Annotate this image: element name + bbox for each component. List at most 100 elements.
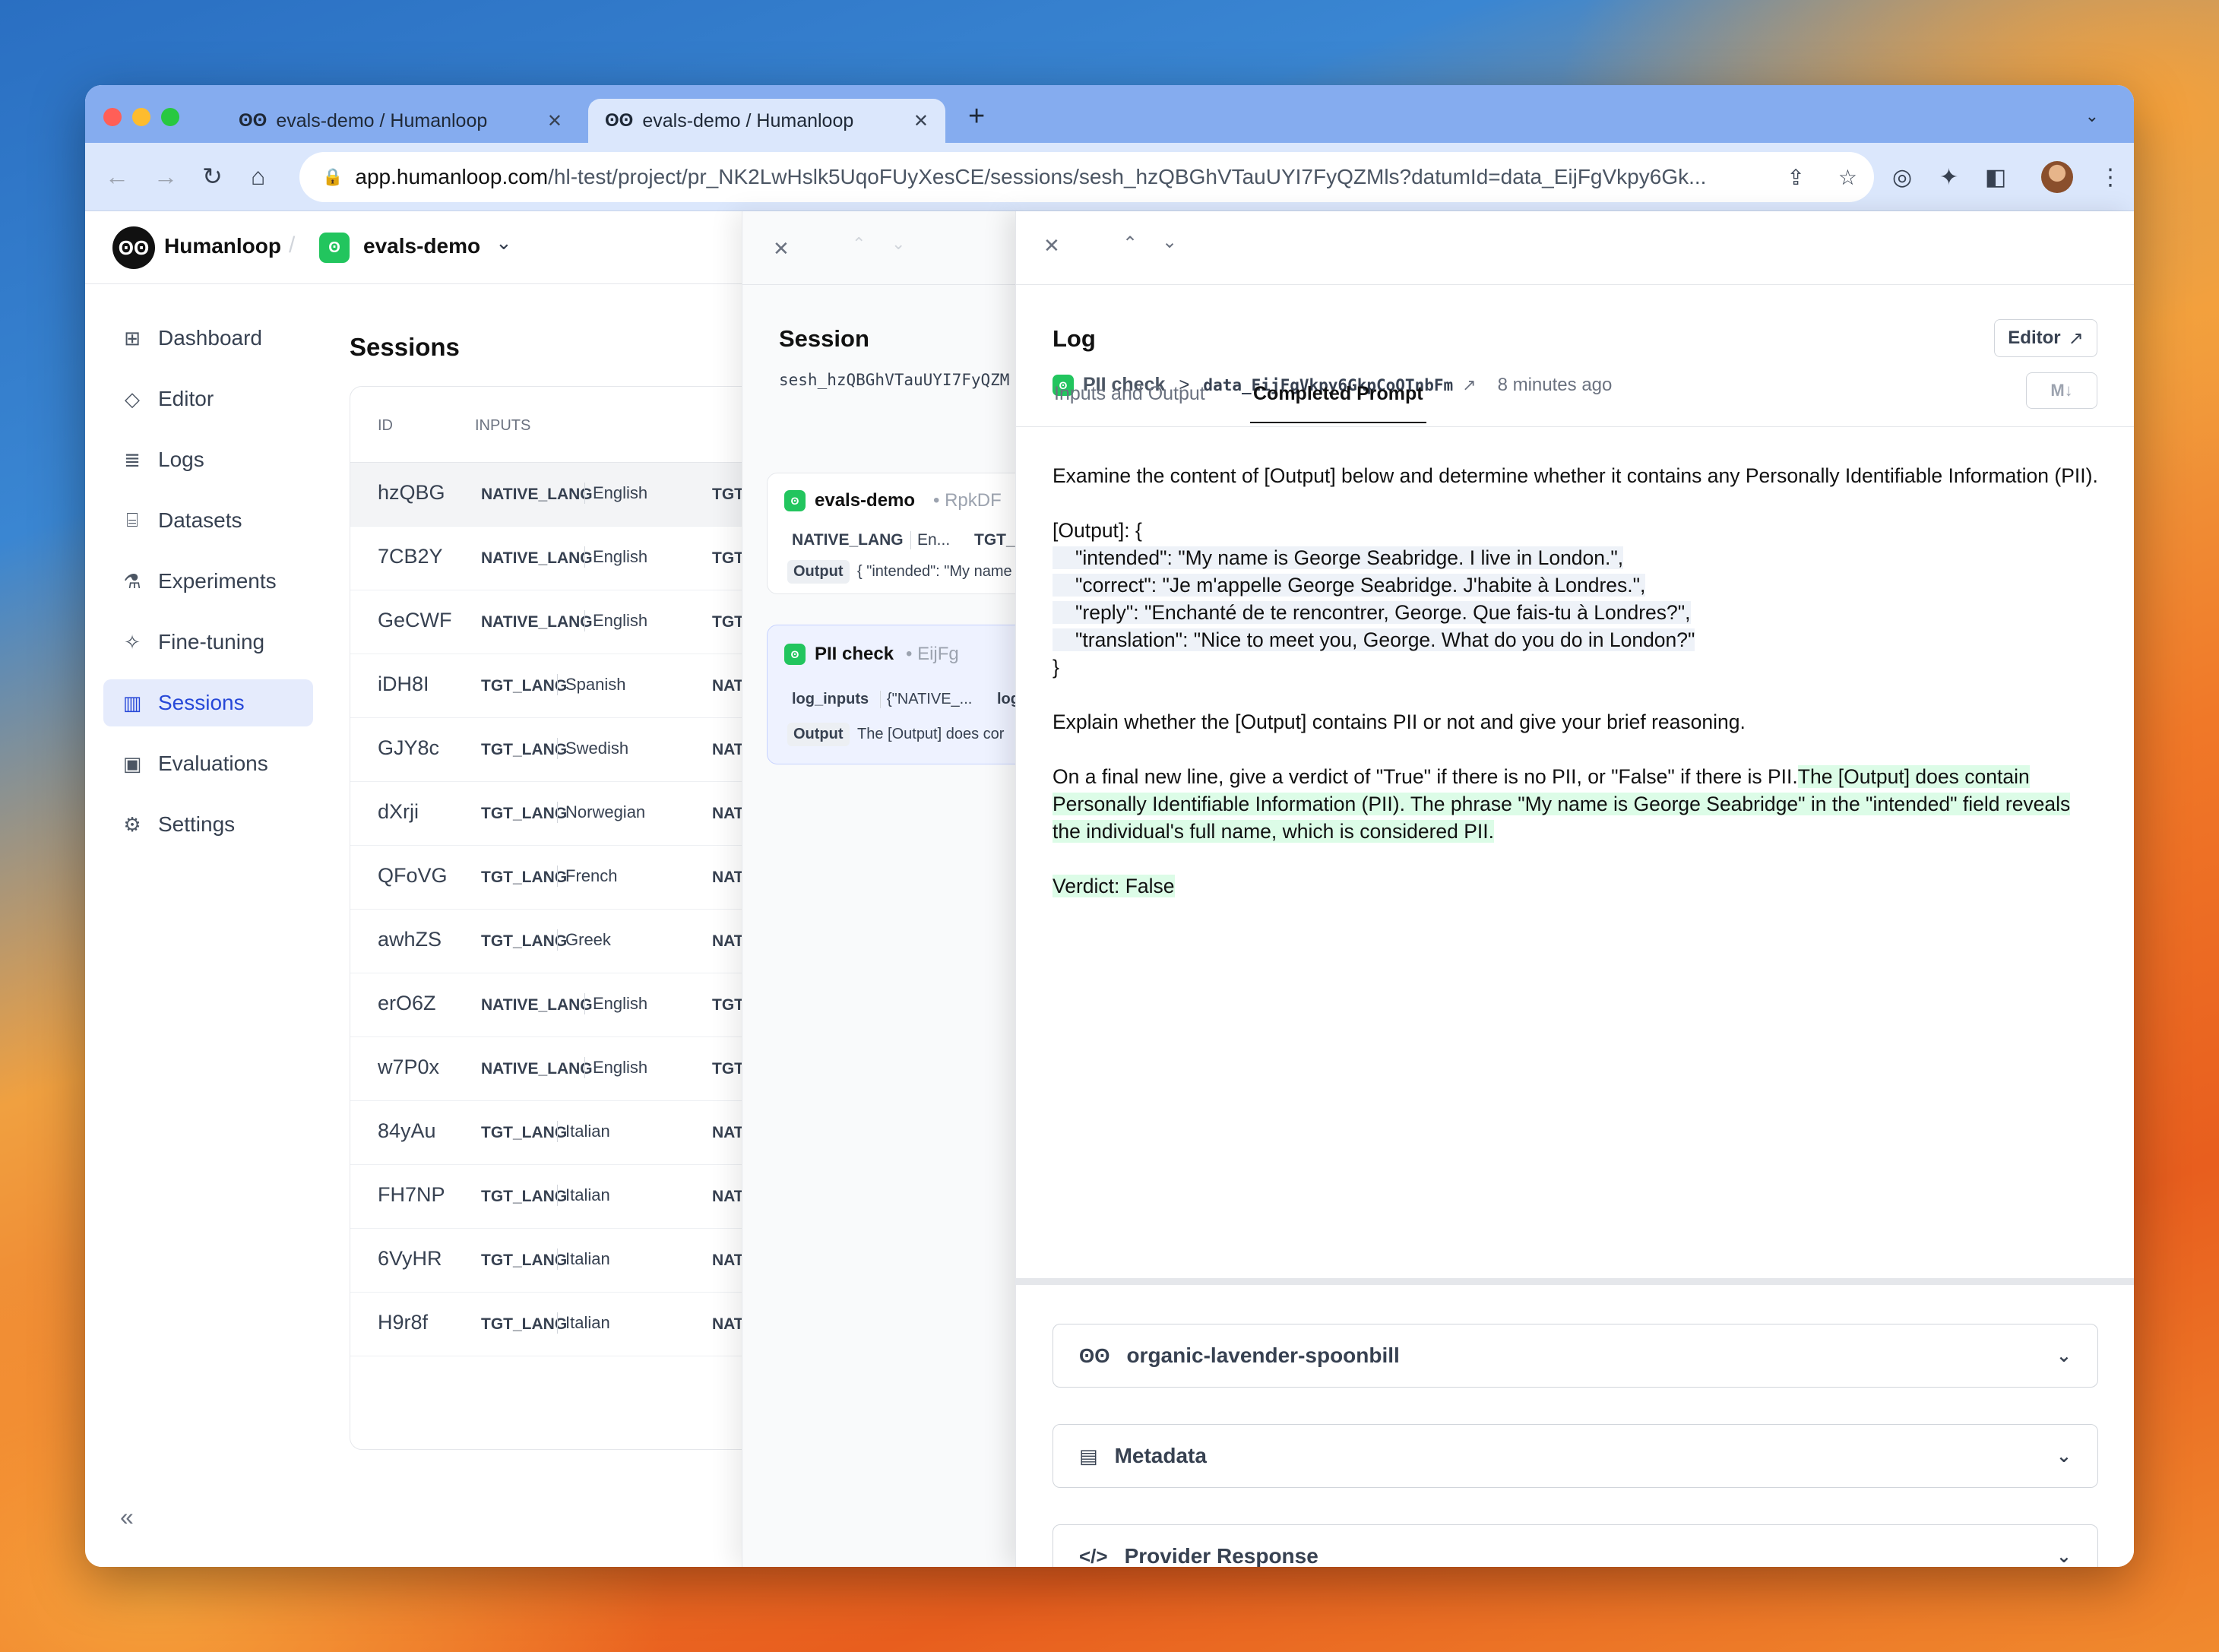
extension-icon[interactable]: ◎ xyxy=(1892,164,1912,191)
page-title: Sessions xyxy=(350,333,460,361)
chevron-up-icon[interactable]: ⌃ xyxy=(852,234,866,254)
metadata-accordion[interactable]: ▤ Metadata ⌄ xyxy=(1053,1424,2098,1488)
input-key-cell-2: NAT xyxy=(712,869,744,886)
input-value-cell: Norwegian xyxy=(557,802,645,823)
reload-icon[interactable]: ↻ xyxy=(202,163,223,190)
close-icon[interactable]: ✕ xyxy=(773,237,790,261)
table-row[interactable]: awhZS TGT_LANG Greek NAT xyxy=(350,910,805,973)
table-row[interactable]: 84yAu TGT_LANG Italian NAT xyxy=(350,1101,805,1165)
sidebar-item-evaluations[interactable]: ▣ Evaluations xyxy=(103,740,313,787)
input-key-cell-2: NAT xyxy=(712,932,744,950)
puzzle-icon[interactable]: ✦ xyxy=(1939,164,1958,191)
menu-icon[interactable]: ⋮ xyxy=(2099,164,2122,191)
star-icon[interactable]: ☆ xyxy=(1838,165,1857,190)
breadcrumb-separator: / xyxy=(289,233,296,258)
humanloop-logo[interactable]: ʘʘ xyxy=(112,226,155,269)
tab-inputs-and-output[interactable]: Inputs and Output xyxy=(1054,383,1205,422)
browser-tab-1[interactable]: ʘʘ evals-demo / Humanloop ✕ xyxy=(222,99,579,143)
project-icon: ʘ xyxy=(319,233,350,263)
sessions-table: ID INPUTS hzQBG NATIVE_LANG English TGT 7CB2… xyxy=(350,386,806,1450)
table-row[interactable]: GJY8c TGT_LANG Swedish NAT xyxy=(350,718,805,782)
tab-completed-prompt[interactable]: Completed Prompt xyxy=(1250,383,1426,423)
tab-bar: ʘʘ evals-demo / Humanloop ✕ ʘʘ evals-dem… xyxy=(85,85,2134,143)
new-tab-icon[interactable]: + xyxy=(968,100,985,133)
back-icon[interactable]: ← xyxy=(105,163,129,190)
close-window-button[interactable] xyxy=(103,108,122,126)
input-key-cell-2: NAT xyxy=(712,1315,744,1333)
card-id: • EijFg xyxy=(906,644,959,664)
input-key-cell-2: TGT xyxy=(712,613,744,631)
session-id-cell: w7P0x xyxy=(378,1055,440,1078)
session-id-cell: QFoVG xyxy=(378,864,448,887)
beaker-icon: ⚗ xyxy=(123,569,141,593)
avatar[interactable] xyxy=(2041,161,2073,193)
table-row[interactable]: w7P0x NATIVE_LANG English TGT xyxy=(350,1037,805,1101)
prompt-output-line: "translation": "Nice to meet you, George… xyxy=(1053,626,2101,654)
table-row[interactable]: erO6Z NATIVE_LANG English TGT xyxy=(350,973,805,1037)
grid-icon: ⊞ xyxy=(124,326,141,350)
sidebar-item-sessions[interactable]: ▥ Sessions xyxy=(103,679,313,726)
card-name: PII check xyxy=(815,644,894,664)
chevron-down-icon[interactable]: ⌄ xyxy=(891,234,905,254)
brand-name: Humanloop xyxy=(164,234,281,258)
close-icon[interactable]: ✕ xyxy=(547,110,562,132)
table-row[interactable]: GeCWF NATIVE_LANG English TGT xyxy=(350,590,805,654)
sidepanel-icon[interactable]: ◧ xyxy=(1985,164,2006,191)
table-row[interactable]: hzQBG NATIVE_LANG English TGT xyxy=(350,463,805,527)
sidebar-item-logs[interactable]: ≣ Logs xyxy=(103,436,313,483)
sidebar-item-settings[interactable]: ⚙ Settings xyxy=(103,801,313,848)
card-output-value: { "intended": "My name xyxy=(857,563,1012,580)
lock-icon: 🔒 xyxy=(322,167,343,186)
browser-tab-2[interactable]: ʘʘ evals-demo / Humanloop ✕ xyxy=(588,99,945,143)
sidebar-item-experiments[interactable]: ⚗ Experiments xyxy=(103,558,313,605)
sidebar-item-fine-tuning[interactable]: ✧ Fine-tuning xyxy=(103,619,313,666)
home-icon[interactable]: ⌂ xyxy=(251,163,265,190)
session-id-cell: 6VyHR xyxy=(378,1247,442,1270)
accordion-label: Metadata xyxy=(1114,1444,1207,1467)
chevron-down-icon[interactable]: ⌄ xyxy=(495,231,512,255)
provider-response-accordion[interactable]: </> Provider Response ⌄ xyxy=(1053,1524,2098,1567)
close-icon[interactable]: ✕ xyxy=(1043,234,1060,258)
collapse-sidebar-icon[interactable]: « xyxy=(120,1503,134,1531)
input-value-cell: Greek xyxy=(557,929,611,951)
editor-button-label: Editor xyxy=(2008,328,2061,348)
divider xyxy=(742,284,1017,285)
editor-button[interactable]: Editor ↗ xyxy=(1994,319,2097,357)
zoom-window-button[interactable] xyxy=(161,108,179,126)
forward-icon[interactable]: → xyxy=(154,163,178,190)
markdown-toggle-button[interactable]: M↓ xyxy=(2026,372,2097,409)
input-key-cell: TGT_LANG xyxy=(481,677,568,695)
tab-title: evals-demo / Humanloop xyxy=(642,109,854,131)
project-name[interactable]: evals-demo xyxy=(363,234,480,258)
input-key-cell-2: NAT xyxy=(712,741,744,758)
url-text: app.humanloop.com/hl-test/project/pr_NK2… xyxy=(355,165,1770,189)
sidebar-item-datasets[interactable]: ⌸ Datasets xyxy=(103,497,313,544)
input-key-cell-2: TGT xyxy=(712,486,744,503)
input-value-cell: Spanish xyxy=(557,674,626,695)
input-key-cell: NATIVE_LANG xyxy=(481,613,593,631)
model-config-accordion[interactable]: ʘʘ organic-lavender-spoonbill ⌄ xyxy=(1053,1324,2098,1388)
share-icon[interactable]: ⇪ xyxy=(1787,165,1804,190)
divider xyxy=(1016,284,2134,285)
external-link-icon: ↗ xyxy=(2068,328,2084,349)
chevron-down-icon[interactable]: ⌄ xyxy=(2085,106,2099,126)
completed-prompt-text: Examine the content of [Output] below an… xyxy=(1053,462,2101,900)
chevron-up-icon[interactable]: ⌃ xyxy=(1122,233,1138,255)
table-row[interactable]: dXrji TGT_LANG Norwegian NAT xyxy=(350,782,805,846)
address-bar[interactable]: 🔒 app.humanloop.com/hl-test/project/pr_N… xyxy=(299,152,1874,202)
session-log-card-selected[interactable]: ʘ PII check • EijFg log_inputs {"NATIVE_… xyxy=(767,625,1017,764)
minimize-window-button[interactable] xyxy=(132,108,150,126)
table-row[interactable]: 7CB2Y NATIVE_LANG English TGT xyxy=(350,527,805,590)
close-icon[interactable]: ✕ xyxy=(913,110,929,132)
table-row[interactable]: iDH8I TGT_LANG Spanish NAT xyxy=(350,654,805,718)
table-row[interactable]: FH7NP TGT_LANG Italian NAT xyxy=(350,1165,805,1229)
chevron-down-icon[interactable]: ⌄ xyxy=(1162,231,1177,253)
input-value-cell: Italian xyxy=(557,1312,610,1334)
session-log-card[interactable]: ʘ evals-demo • RpkDF NATIVE_LANG En... T… xyxy=(767,473,1017,594)
prompt-output-line: "reply": "Enchanté de te rencontrer, Geo… xyxy=(1053,599,2101,626)
table-row[interactable]: QFoVG TGT_LANG French NAT xyxy=(350,846,805,910)
table-row[interactable]: H9r8f TGT_LANG Italian NAT xyxy=(350,1293,805,1356)
table-row[interactable]: 6VyHR TGT_LANG Italian NAT xyxy=(350,1229,805,1293)
sidebar-item-editor[interactable]: ◇ Editor xyxy=(103,375,313,422)
sidebar-item-dashboard[interactable]: ⊞ Dashboard xyxy=(103,315,313,362)
